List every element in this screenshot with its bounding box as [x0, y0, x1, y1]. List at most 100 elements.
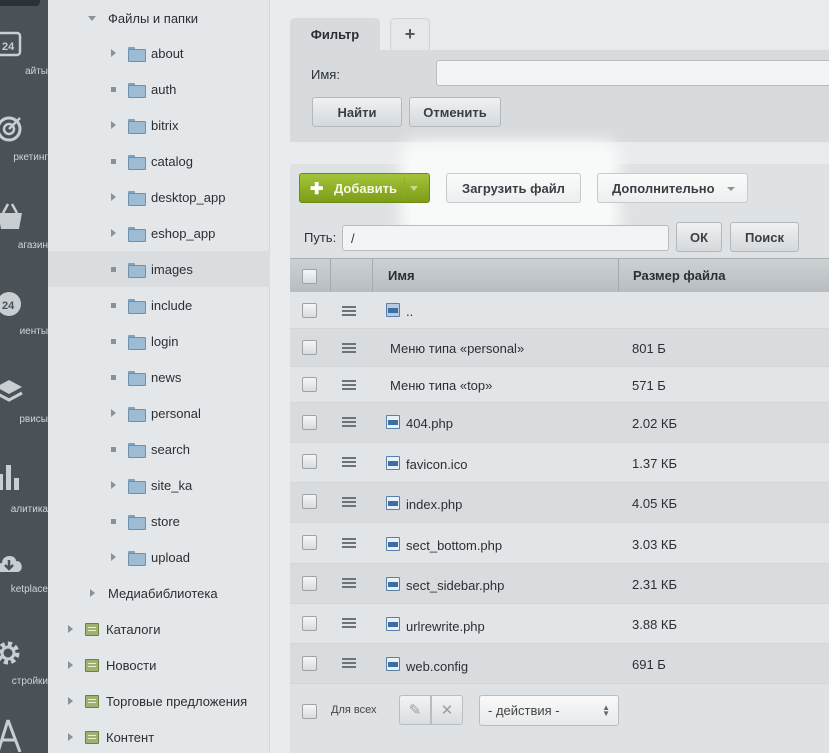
- tree-folder-login[interactable]: login: [48, 323, 270, 359]
- tree-root-files[interactable]: Файлы и папки: [48, 0, 270, 36]
- row-menu-icon[interactable]: [342, 497, 356, 507]
- actions-select[interactable]: - действия - ▲ ▼: [479, 695, 619, 726]
- edit-button[interactable]: ✎: [399, 695, 431, 725]
- chevron-right-icon[interactable]: [66, 660, 76, 670]
- row-menu-icon[interactable]: [342, 618, 356, 628]
- table-row[interactable]: index.php 4.05 КБ: [290, 483, 829, 523]
- more-button[interactable]: Дополнительно: [597, 173, 748, 203]
- rail-item-logo[interactable]: [0, 718, 48, 752]
- table-row[interactable]: sect_sidebar.php 2.31 КБ: [290, 564, 829, 604]
- file-name[interactable]: sect_sidebar.php: [406, 578, 504, 593]
- tree-folder-news[interactable]: news: [48, 359, 270, 395]
- tree-section-catalogs[interactable]: Каталоги: [48, 611, 270, 647]
- name-filter-input[interactable]: [436, 60, 829, 86]
- tree-folder-catalog[interactable]: catalog: [48, 143, 270, 179]
- row-checkbox[interactable]: [302, 535, 317, 550]
- row-menu-icon[interactable]: [342, 578, 356, 588]
- rail-item-marketplace[interactable]: ketplace: [0, 548, 48, 595]
- rail-item-marketing[interactable]: ркетинг: [0, 114, 48, 163]
- table-row[interactable]: web.config 691 Б: [290, 644, 829, 684]
- row-checkbox[interactable]: [302, 415, 317, 430]
- add-button[interactable]: ✚ Добавить: [299, 173, 430, 203]
- for-all-checkbox[interactable]: [302, 704, 317, 719]
- file-name[interactable]: Меню типа «personal»: [390, 341, 524, 356]
- tree-folder-auth[interactable]: auth: [48, 71, 270, 107]
- upload-file-button[interactable]: Загрузить файл: [446, 173, 581, 203]
- row-menu-icon[interactable]: [342, 457, 356, 467]
- chevron-right-icon[interactable]: [109, 192, 119, 202]
- select-all-checkbox[interactable]: [302, 269, 317, 284]
- file-name[interactable]: ..: [406, 304, 413, 319]
- table-row[interactable]: 404.php 2.02 КБ: [290, 403, 829, 443]
- chevron-right-icon[interactable]: [88, 588, 98, 598]
- tree-folder-store[interactable]: store: [48, 503, 270, 539]
- chevron-down-icon[interactable]: [88, 13, 98, 23]
- chevron-right-icon[interactable]: [66, 732, 76, 742]
- table-row[interactable]: Меню типа «personal» 801 Б: [290, 329, 829, 367]
- tree-folder-eshop-app[interactable]: eshop_app: [48, 215, 270, 251]
- tree-section-offers[interactable]: Торговые предложения: [48, 683, 270, 719]
- path-input[interactable]: /: [342, 225, 669, 251]
- row-checkbox[interactable]: [302, 340, 317, 355]
- tree-media-library[interactable]: Медиабиблиотека: [48, 575, 270, 611]
- add-filter-tab-button[interactable]: +: [390, 18, 430, 50]
- tree-folder-upload[interactable]: upload: [48, 539, 270, 575]
- delete-button[interactable]: ✕: [431, 695, 463, 725]
- rail-item-settings[interactable]: стройки: [0, 638, 48, 687]
- table-row[interactable]: favicon.ico 1.37 КБ: [290, 443, 829, 483]
- chevron-right-icon[interactable]: [109, 48, 119, 58]
- chevron-right-icon[interactable]: [109, 228, 119, 238]
- rail-item-sites[interactable]: 24 айты: [0, 30, 48, 77]
- search-button[interactable]: Поиск: [730, 222, 799, 252]
- tree-folder-include[interactable]: include: [48, 287, 270, 323]
- file-name[interactable]: sect_bottom.php: [406, 538, 502, 553]
- find-button[interactable]: Найти: [312, 97, 402, 127]
- file-name[interactable]: index.php: [406, 497, 462, 512]
- row-checkbox[interactable]: [302, 303, 317, 318]
- table-row[interactable]: urlrewrite.php 3.88 КБ: [290, 604, 829, 644]
- tab-filter[interactable]: Фильтр: [290, 18, 380, 50]
- chevron-right-icon[interactable]: [66, 696, 76, 706]
- row-menu-icon[interactable]: [342, 380, 356, 390]
- chevron-right-icon[interactable]: [109, 552, 119, 562]
- chevron-right-icon[interactable]: [66, 624, 76, 634]
- row-checkbox[interactable]: [302, 494, 317, 509]
- column-header-name[interactable]: Имя: [388, 268, 415, 283]
- file-name[interactable]: favicon.ico: [406, 457, 467, 472]
- row-menu-icon[interactable]: [342, 343, 356, 353]
- row-checkbox[interactable]: [302, 656, 317, 671]
- tree-folder-site-ka[interactable]: site_ka: [48, 467, 270, 503]
- row-checkbox[interactable]: [302, 576, 317, 591]
- file-name[interactable]: 404.php: [406, 416, 453, 431]
- row-menu-icon[interactable]: [342, 538, 356, 548]
- column-header-size[interactable]: Размер файла: [633, 268, 726, 283]
- chevron-right-icon[interactable]: [109, 408, 119, 418]
- table-row[interactable]: sect_bottom.php 3.03 КБ: [290, 523, 829, 564]
- file-name[interactable]: Меню типа «top»: [390, 378, 492, 393]
- row-menu-icon[interactable]: [342, 658, 356, 668]
- rail-item-analytics[interactable]: алитика: [0, 462, 48, 515]
- ok-button[interactable]: ОК: [676, 222, 722, 252]
- tree-folder-bitrix[interactable]: bitrix: [48, 107, 270, 143]
- tree-folder-personal[interactable]: personal: [48, 395, 270, 431]
- file-name[interactable]: urlrewrite.php: [406, 619, 485, 634]
- chevron-right-icon[interactable]: [109, 120, 119, 130]
- row-checkbox[interactable]: [302, 377, 317, 392]
- row-checkbox[interactable]: [302, 454, 317, 469]
- tree-section-content[interactable]: Контент: [48, 719, 270, 753]
- row-checkbox[interactable]: [302, 616, 317, 631]
- chevron-down-icon[interactable]: [410, 186, 418, 191]
- rail-item-shop[interactable]: агазин: [0, 202, 48, 251]
- row-menu-icon[interactable]: [342, 306, 356, 316]
- table-row[interactable]: Меню типа «top» 571 Б: [290, 367, 829, 403]
- chevron-right-icon[interactable]: [109, 480, 119, 490]
- cancel-button[interactable]: Отменить: [409, 97, 501, 127]
- tree-folder-desktop-app[interactable]: desktop_app: [48, 179, 270, 215]
- tree-section-news[interactable]: Новости: [48, 647, 270, 683]
- tree-folder-search[interactable]: search: [48, 431, 270, 467]
- tree-folder-images[interactable]: images: [48, 251, 270, 287]
- table-row[interactable]: ..: [290, 292, 829, 329]
- row-menu-icon[interactable]: [342, 417, 356, 427]
- rail-item-services[interactable]: рвисы: [0, 378, 48, 425]
- file-name[interactable]: web.config: [406, 659, 468, 674]
